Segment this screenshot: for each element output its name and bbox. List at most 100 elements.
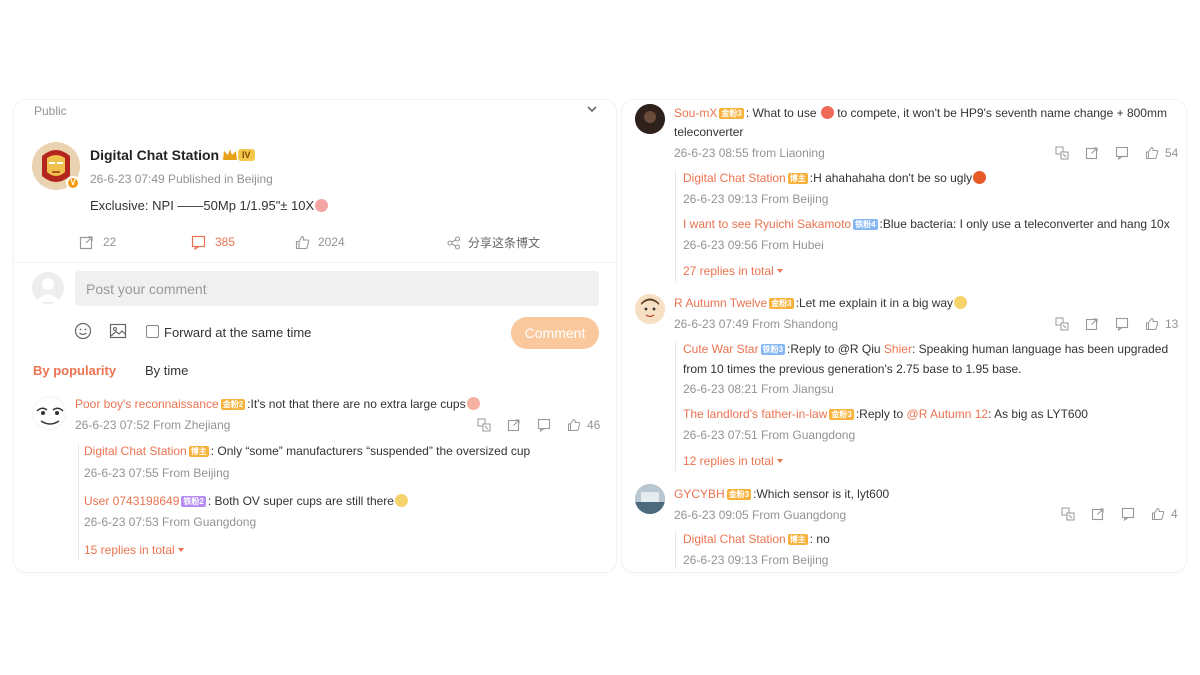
comment-meta: 26-6-23 08:55 from Liaoning <box>674 146 825 160</box>
reply-line: Digital Chat Station 博主: Only “some” manu… <box>84 444 530 458</box>
reply-text: :Blue bacteria: I only use a teleconvert… <box>879 217 1170 231</box>
share-icon <box>446 235 462 251</box>
mention-link[interactable]: @R Autumn 12 <box>907 407 989 421</box>
mention-link[interactable]: Shier <box>884 342 912 356</box>
reply-user[interactable]: Digital Chat Station <box>683 171 786 185</box>
comment-line: Poor boy's reconnaissance 金粉2:It's not th… <box>75 397 480 411</box>
reply-line: User 0743198649 铁粉2: Both OV super cups a… <box>84 494 408 508</box>
repost-icon[interactable] <box>1084 316 1100 332</box>
more-replies-link[interactable]: 12 replies in total <box>683 454 783 468</box>
reply-line: Cute War Star 铁粉3:Reply to @R Qiu Shier: … <box>683 342 1168 356</box>
reply-thread-line <box>675 531 676 569</box>
sort-by-popularity-tab[interactable]: By popularity <box>33 363 116 378</box>
thumbs-up-icon[interactable] <box>1144 145 1160 161</box>
comment-actions: 54 <box>1054 145 1178 161</box>
comment-icon[interactable] <box>536 417 552 433</box>
comment-icon[interactable] <box>1120 506 1136 522</box>
reply-text: : no <box>809 532 830 546</box>
reply-meta: 26-6-23 07:51 From Guangdong <box>683 428 856 442</box>
like-action[interactable]: 2024 <box>294 234 345 250</box>
reply-user[interactable]: The landlord's father-in-law <box>683 407 827 421</box>
comment-actions: 13 <box>1054 316 1178 332</box>
reply-user[interactable]: Digital Chat Station <box>683 532 786 546</box>
like-count: 2024 <box>318 235 345 249</box>
reply-user[interactable]: Digital Chat Station <box>84 444 187 458</box>
caret-down-icon <box>776 459 783 463</box>
comment-user[interactable]: R Autumn Twelve <box>674 296 767 310</box>
comment-count: 385 <box>215 235 236 249</box>
verified-badge-icon: V <box>66 176 80 190</box>
share-action[interactable]: 分享这条博文 <box>446 234 540 251</box>
comments-panel: Sou-mX 金粉3: What to use to compete, it wo… <box>622 100 1186 572</box>
reply-meta: 26-6-23 07:55 From Beijing <box>84 466 230 480</box>
post-time-location: 26-6-23 07:49 Published in Beijing <box>90 172 273 186</box>
reply-text-cont: : As big as LYT600 <box>988 407 1088 421</box>
commenter-avatar[interactable] <box>635 484 665 514</box>
comment-icon[interactable] <box>1114 145 1130 161</box>
reply-text: :Reply to @R Qiu <box>787 342 884 356</box>
comment-actions: 4 <box>1060 506 1178 522</box>
repost-icon[interactable] <box>506 417 522 433</box>
reply-line: Digital Chat Station 博主: no <box>683 532 830 546</box>
thumbs-up-icon[interactable] <box>1150 506 1166 522</box>
reply-text: :H ahahahaha don't be so ugly <box>809 171 973 185</box>
comment-user[interactable]: Sou-mX <box>674 106 717 120</box>
repost-action[interactable]: 22 <box>78 234 116 250</box>
more-replies-link[interactable]: 27 replies in total <box>683 264 783 278</box>
reply-line: The landlord's father-in-law 金粉3:Reply to… <box>683 407 1088 421</box>
level-badge: IV <box>238 149 255 161</box>
forward-checkbox[interactable] <box>146 325 159 338</box>
reply-thread-line <box>78 444 79 560</box>
image-upload-icon[interactable] <box>109 322 127 345</box>
comment-icon[interactable] <box>1114 316 1130 332</box>
crying-face-emoji-icon <box>466 397 480 410</box>
comment-actions: 46 <box>476 417 600 433</box>
thumbs-up-icon[interactable] <box>566 417 582 433</box>
author-name[interactable]: Digital Chat Station <box>90 147 219 163</box>
commenter-avatar[interactable] <box>635 294 665 324</box>
comment-icon <box>190 234 206 250</box>
translate-icon[interactable] <box>476 417 492 433</box>
comment-meta: 26-6-23 07:52 From Zhejiang <box>75 418 231 432</box>
fan-badge: 铁粉2 <box>181 496 206 507</box>
thumbs-up-icon[interactable] <box>1144 316 1160 332</box>
angry-face-emoji-icon <box>973 171 987 184</box>
comment-submit-button[interactable]: Comment <box>511 317 599 349</box>
fan-badge: 金粉3 <box>719 108 744 119</box>
more-replies-link[interactable]: 15 replies in total <box>84 543 184 557</box>
reply-line: I want to see Ryuichi Sakamoto 铁粉4:Blue b… <box>683 217 1170 231</box>
repost-count: 22 <box>103 235 117 249</box>
reply-user[interactable]: User 0743198649 <box>84 494 179 508</box>
sort-by-time-tab[interactable]: By time <box>145 363 188 378</box>
repost-icon[interactable] <box>1084 145 1100 161</box>
comment-text-wrap: teleconverter <box>674 125 744 139</box>
reply-user[interactable]: Cute War Star <box>683 342 759 356</box>
comment-action[interactable]: 385 <box>190 234 235 250</box>
comment-text: :Which sensor is it, lyt600 <box>753 487 890 501</box>
fan-badge: 金粉3 <box>769 298 794 309</box>
comment-text: :It's not that there are no extra large … <box>247 397 466 411</box>
reply-text: :Reply to <box>855 407 907 421</box>
reply-line: Digital Chat Station 博主:H ahahahaha don't… <box>683 171 987 185</box>
emoji-picker-icon[interactable] <box>74 322 92 345</box>
face-emoji-icon <box>820 106 834 119</box>
comment-user[interactable]: Poor boy's reconnaissance <box>75 397 219 411</box>
commenter-avatar[interactable] <box>32 396 66 430</box>
chevron-down-icon[interactable] <box>586 102 598 120</box>
reply-text-wrap: from 10 times the previous generation's … <box>683 362 1022 376</box>
translate-icon[interactable] <box>1054 145 1070 161</box>
comment-text: :Let me explain it in a big way <box>795 296 954 310</box>
translate-icon[interactable] <box>1060 506 1076 522</box>
reply-meta: 26-6-23 07:53 From Guangdong <box>84 515 257 529</box>
blogger-badge: 博主 <box>787 534 808 545</box>
reply-meta: 26-6-23 08:21 From Jiangsu <box>683 382 834 396</box>
reply-user[interactable]: I want to see Ryuichi Sakamoto <box>683 217 851 231</box>
reply-thread-line <box>675 341 676 471</box>
comment-user[interactable]: GYCYBH <box>674 487 725 501</box>
comment-input[interactable]: Post your comment <box>75 271 599 306</box>
comment-line: R Autumn Twelve 金粉3:Let me explain it in … <box>674 296 968 310</box>
translate-icon[interactable] <box>1054 316 1070 332</box>
comment-line: GYCYBH 金粉3:Which sensor is it, lyt600 <box>674 487 889 501</box>
repost-icon[interactable] <box>1090 506 1106 522</box>
commenter-avatar[interactable] <box>635 104 665 134</box>
